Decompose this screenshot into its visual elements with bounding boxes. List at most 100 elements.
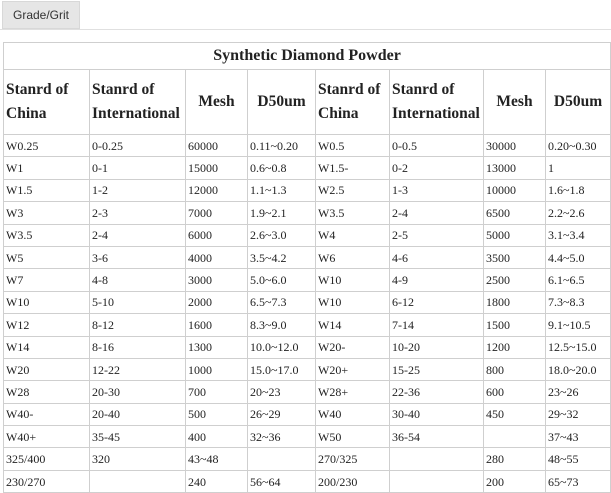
table-cell: W40+ [3, 425, 90, 449]
table-cell: 325/400 [3, 447, 90, 471]
header-line: International [92, 105, 180, 122]
table-cell: 20-30 [89, 380, 186, 404]
header-line: Stanrd of [392, 81, 455, 98]
table-cell: 6.1~6.5 [544, 268, 611, 292]
table-cell: 1200 [483, 335, 546, 359]
table-cell: 600 [483, 380, 546, 404]
table-body: W0.25 0-0.25 60000 0.11~0.20 W0.5 0-0.5 30000 0… [3, 133, 611, 493]
col-international-standard-header-2: Stanrd of International [389, 69, 484, 135]
table-cell: 37~43 [544, 425, 611, 449]
table-cell: W14 [315, 313, 390, 337]
table-cell: 32~36 [247, 425, 316, 449]
table-cell: 800 [483, 357, 546, 382]
table-row: W1.5 1-2 12000 1.1~1.3 W2.5 1-3 10000 1.6~1.8 [3, 178, 611, 203]
table-cell: 18.0~20.0 [544, 357, 611, 382]
table-cell: 200 [483, 469, 546, 493]
col-china-standard-header: Stanrd of China [3, 69, 90, 135]
table-cell: 8-12 [89, 313, 186, 337]
table-cell: 36-54 [389, 425, 484, 449]
table-cell: W10 [3, 290, 90, 315]
header-line: Mesh [496, 93, 533, 110]
col-d50-header-2: D50um [544, 69, 611, 135]
table-row: W12 8-12 1600 8.3~9.0 W14 7-14 1500 9.1~10.5 [3, 313, 611, 337]
table-row: W3.5 2-4 6000 2.6~3.0 W4 2-5 5000 3.1~3.4 [3, 223, 611, 247]
table-cell: W1 [3, 156, 90, 180]
table-cell: 15000 [185, 156, 248, 180]
header-line: China [6, 105, 47, 122]
table-cell: 26~29 [247, 402, 316, 427]
table-cell: 20~23 [247, 380, 316, 404]
table-row: W40- 20-40 500 26~29 W40 30-40 450 29~32 [3, 402, 611, 427]
table-cell: 56~64 [247, 469, 316, 493]
table-cell: 6-12 [389, 290, 484, 315]
table-cell: 7000 [185, 201, 248, 225]
table-cell: 8-16 [89, 335, 186, 359]
table-cell: 6500 [483, 201, 546, 225]
col-mesh-header: Mesh [185, 69, 248, 135]
table-cell: 15.0~17.0 [247, 357, 316, 382]
table-cell: 1.6~1.8 [544, 178, 611, 203]
table-row: 325/400 320 43~48 270/325 280 48~55 [3, 447, 611, 471]
table-cell: 4000 [185, 245, 248, 270]
table-cell: 7.3~8.3 [544, 290, 611, 315]
table-cell: 65~73 [544, 469, 611, 493]
table-cell: W10 [315, 290, 390, 315]
header-line: International [392, 105, 480, 122]
table-cell: 7-14 [389, 313, 484, 337]
table-cell: 1.9~2.1 [247, 201, 316, 225]
table-cell: W7 [3, 268, 90, 292]
col-china-standard-header-2: Stanrd of China [315, 69, 390, 135]
table-cell: 4-8 [89, 268, 186, 292]
table-cell: 2.2~2.6 [544, 201, 611, 225]
table-cell: 200/230 [315, 469, 390, 493]
table-cell: 13000 [483, 156, 546, 180]
table-cell: W14 [3, 335, 90, 359]
tab-grade-grit[interactable]: Grade/Grit [2, 1, 80, 29]
table-cell: W1.5 [3, 178, 90, 203]
col-mesh-header-2: Mesh [483, 69, 546, 135]
table-cell: 4.4~5.0 [544, 245, 611, 270]
table-cell: 5-10 [89, 290, 186, 315]
table-cell: W0.25 [3, 133, 90, 158]
col-d50-header: D50um [247, 69, 316, 135]
table-cell: 700 [185, 380, 248, 404]
table-cell: 29~32 [544, 402, 611, 427]
table-cell: 30-40 [389, 402, 484, 427]
table-cell [247, 447, 316, 471]
table-cell: W5 [3, 245, 90, 270]
table-cell: 0-2 [389, 156, 484, 180]
table-cell: 2000 [185, 290, 248, 315]
table-cell: 5.0~6.0 [247, 268, 316, 292]
table-cell: W20- [315, 335, 390, 359]
table-cell: 23~26 [544, 380, 611, 404]
header-line: D50um [553, 93, 603, 110]
table-cell: W4 [315, 223, 390, 247]
table-cell: 12000 [185, 178, 248, 203]
table-cell: W20 [3, 357, 90, 382]
table-cell: W20+ [315, 357, 390, 382]
table-cell: 0.20~0.30 [544, 133, 611, 158]
table-cell: 240 [185, 469, 248, 493]
table-cell: 48~55 [544, 447, 611, 471]
table-cell: 230/270 [3, 469, 90, 493]
table-row: W10 5-10 2000 6.5~7.3 W10 6-12 1800 7.3~8.3 [3, 290, 611, 315]
table-cell: 2-4 [89, 223, 186, 247]
table-cell: 2-5 [389, 223, 484, 247]
table-row: 230/270 240 56~64 200/230 200 65~73 [3, 469, 611, 493]
table-row: W40+ 35-45 400 32~36 W50 36-54 37~43 [3, 425, 611, 449]
table-cell: W10 [315, 268, 390, 292]
table-row: W5 3-6 4000 3.5~4.2 W6 4-6 3500 4.4~5.0 [3, 245, 611, 270]
table-cell: 400 [185, 425, 248, 449]
table-cell: 0-0.25 [89, 133, 186, 158]
table-cell: 1.1~1.3 [247, 178, 316, 203]
table-cell: 450 [483, 402, 546, 427]
table-cell: 1500 [483, 313, 546, 337]
header-line: Stanrd of [6, 81, 69, 98]
table-cell: 4-6 [389, 245, 484, 270]
table-cell: 10-20 [389, 335, 484, 359]
table-cell: 0.6~0.8 [247, 156, 316, 180]
table-cell: 1000 [185, 357, 248, 382]
tab-bar: Grade/Grit [0, 0, 611, 30]
table-cell: 2-3 [89, 201, 186, 225]
table-cell: 0-0.5 [389, 133, 484, 158]
